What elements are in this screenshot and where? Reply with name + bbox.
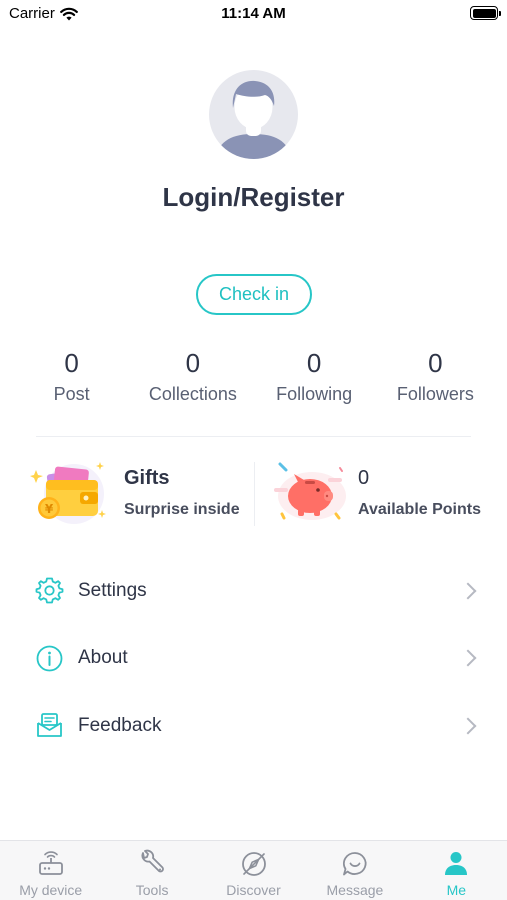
stat-following[interactable]: 0 Following bbox=[254, 346, 375, 405]
stat-collections[interactable]: 0 Collections bbox=[132, 346, 253, 405]
gear-icon bbox=[35, 577, 64, 604]
tab-my-device[interactable]: My device bbox=[0, 841, 101, 900]
points-card[interactable]: 0 Available Points bbox=[268, 455, 498, 530]
chevron-right-icon bbox=[459, 582, 477, 600]
menu-item-settings[interactable]: Settings bbox=[0, 557, 507, 625]
compass-icon bbox=[241, 852, 266, 876]
menu-item-about[interactable]: About bbox=[0, 625, 507, 693]
router-icon bbox=[38, 851, 63, 875]
gifts-card[interactable]: ¥ Gifts Surprise inside bbox=[30, 455, 252, 530]
stat-value: 0 bbox=[306, 348, 322, 378]
gift-wallet-icon: ¥ bbox=[30, 461, 106, 524]
tab-label: Tools bbox=[135, 882, 169, 898]
stat-value: 0 bbox=[64, 348, 79, 378]
stat-followers[interactable]: 0 Followers bbox=[375, 346, 496, 405]
tab-message[interactable]: Message bbox=[304, 841, 405, 900]
tab-label: Message bbox=[326, 882, 384, 898]
clock: 11:14 AM bbox=[221, 5, 286, 22]
stat-value: 0 bbox=[428, 348, 443, 378]
gifts-title: Gifts bbox=[124, 466, 170, 489]
chat-icon bbox=[342, 852, 367, 876]
tab-label: Me bbox=[446, 882, 467, 898]
points-value: 0 bbox=[358, 466, 370, 489]
stat-label: Post bbox=[53, 384, 90, 404]
gifts-subtitle: Surprise inside bbox=[124, 500, 240, 518]
piggy-bank-icon bbox=[274, 462, 346, 520]
menu-item-feedback[interactable]: Feedback bbox=[0, 692, 507, 760]
section-divider bbox=[36, 436, 471, 437]
stat-label: Followers bbox=[396, 384, 474, 404]
status-bar: Carrier 11:14 AM bbox=[0, 0, 507, 30]
stats-row: 0 Post 0 Collections 0 Following 0 Follo… bbox=[11, 346, 496, 405]
avatar[interactable] bbox=[209, 70, 298, 159]
menu-item-label: Feedback bbox=[78, 714, 162, 736]
battery-icon bbox=[470, 6, 501, 20]
tab-discover[interactable]: Discover bbox=[203, 841, 304, 900]
svg-text:¥: ¥ bbox=[45, 502, 54, 516]
chevron-right-icon bbox=[459, 649, 477, 667]
feedback-icon bbox=[37, 713, 62, 738]
stat-label: Following bbox=[276, 384, 353, 404]
card-separator bbox=[254, 462, 255, 526]
stat-value: 0 bbox=[185, 348, 201, 378]
tab-bar: My device Tools Discover Message Me bbox=[0, 840, 507, 900]
stat-post[interactable]: 0 Post bbox=[11, 346, 132, 405]
points-subtitle: Available Points bbox=[358, 500, 481, 518]
info-icon bbox=[36, 645, 63, 672]
chevron-right-icon bbox=[459, 717, 477, 735]
avatar-placeholder-icon bbox=[215, 80, 292, 159]
stat-label: Collections bbox=[148, 384, 237, 404]
tab-label: Discover bbox=[226, 882, 281, 898]
login-register-link[interactable]: Login/Register bbox=[0, 182, 507, 213]
menu-item-label: About bbox=[78, 647, 128, 669]
person-icon bbox=[445, 852, 468, 875]
menu-list: Settings About Feedback bbox=[0, 557, 507, 760]
tab-label: My device bbox=[19, 882, 83, 898]
tab-me[interactable]: Me bbox=[406, 841, 507, 900]
wrench-icon bbox=[141, 849, 164, 873]
check-in-button[interactable]: Check in bbox=[196, 274, 312, 315]
tab-tools[interactable]: Tools bbox=[101, 841, 202, 900]
menu-item-label: Settings bbox=[78, 579, 147, 601]
